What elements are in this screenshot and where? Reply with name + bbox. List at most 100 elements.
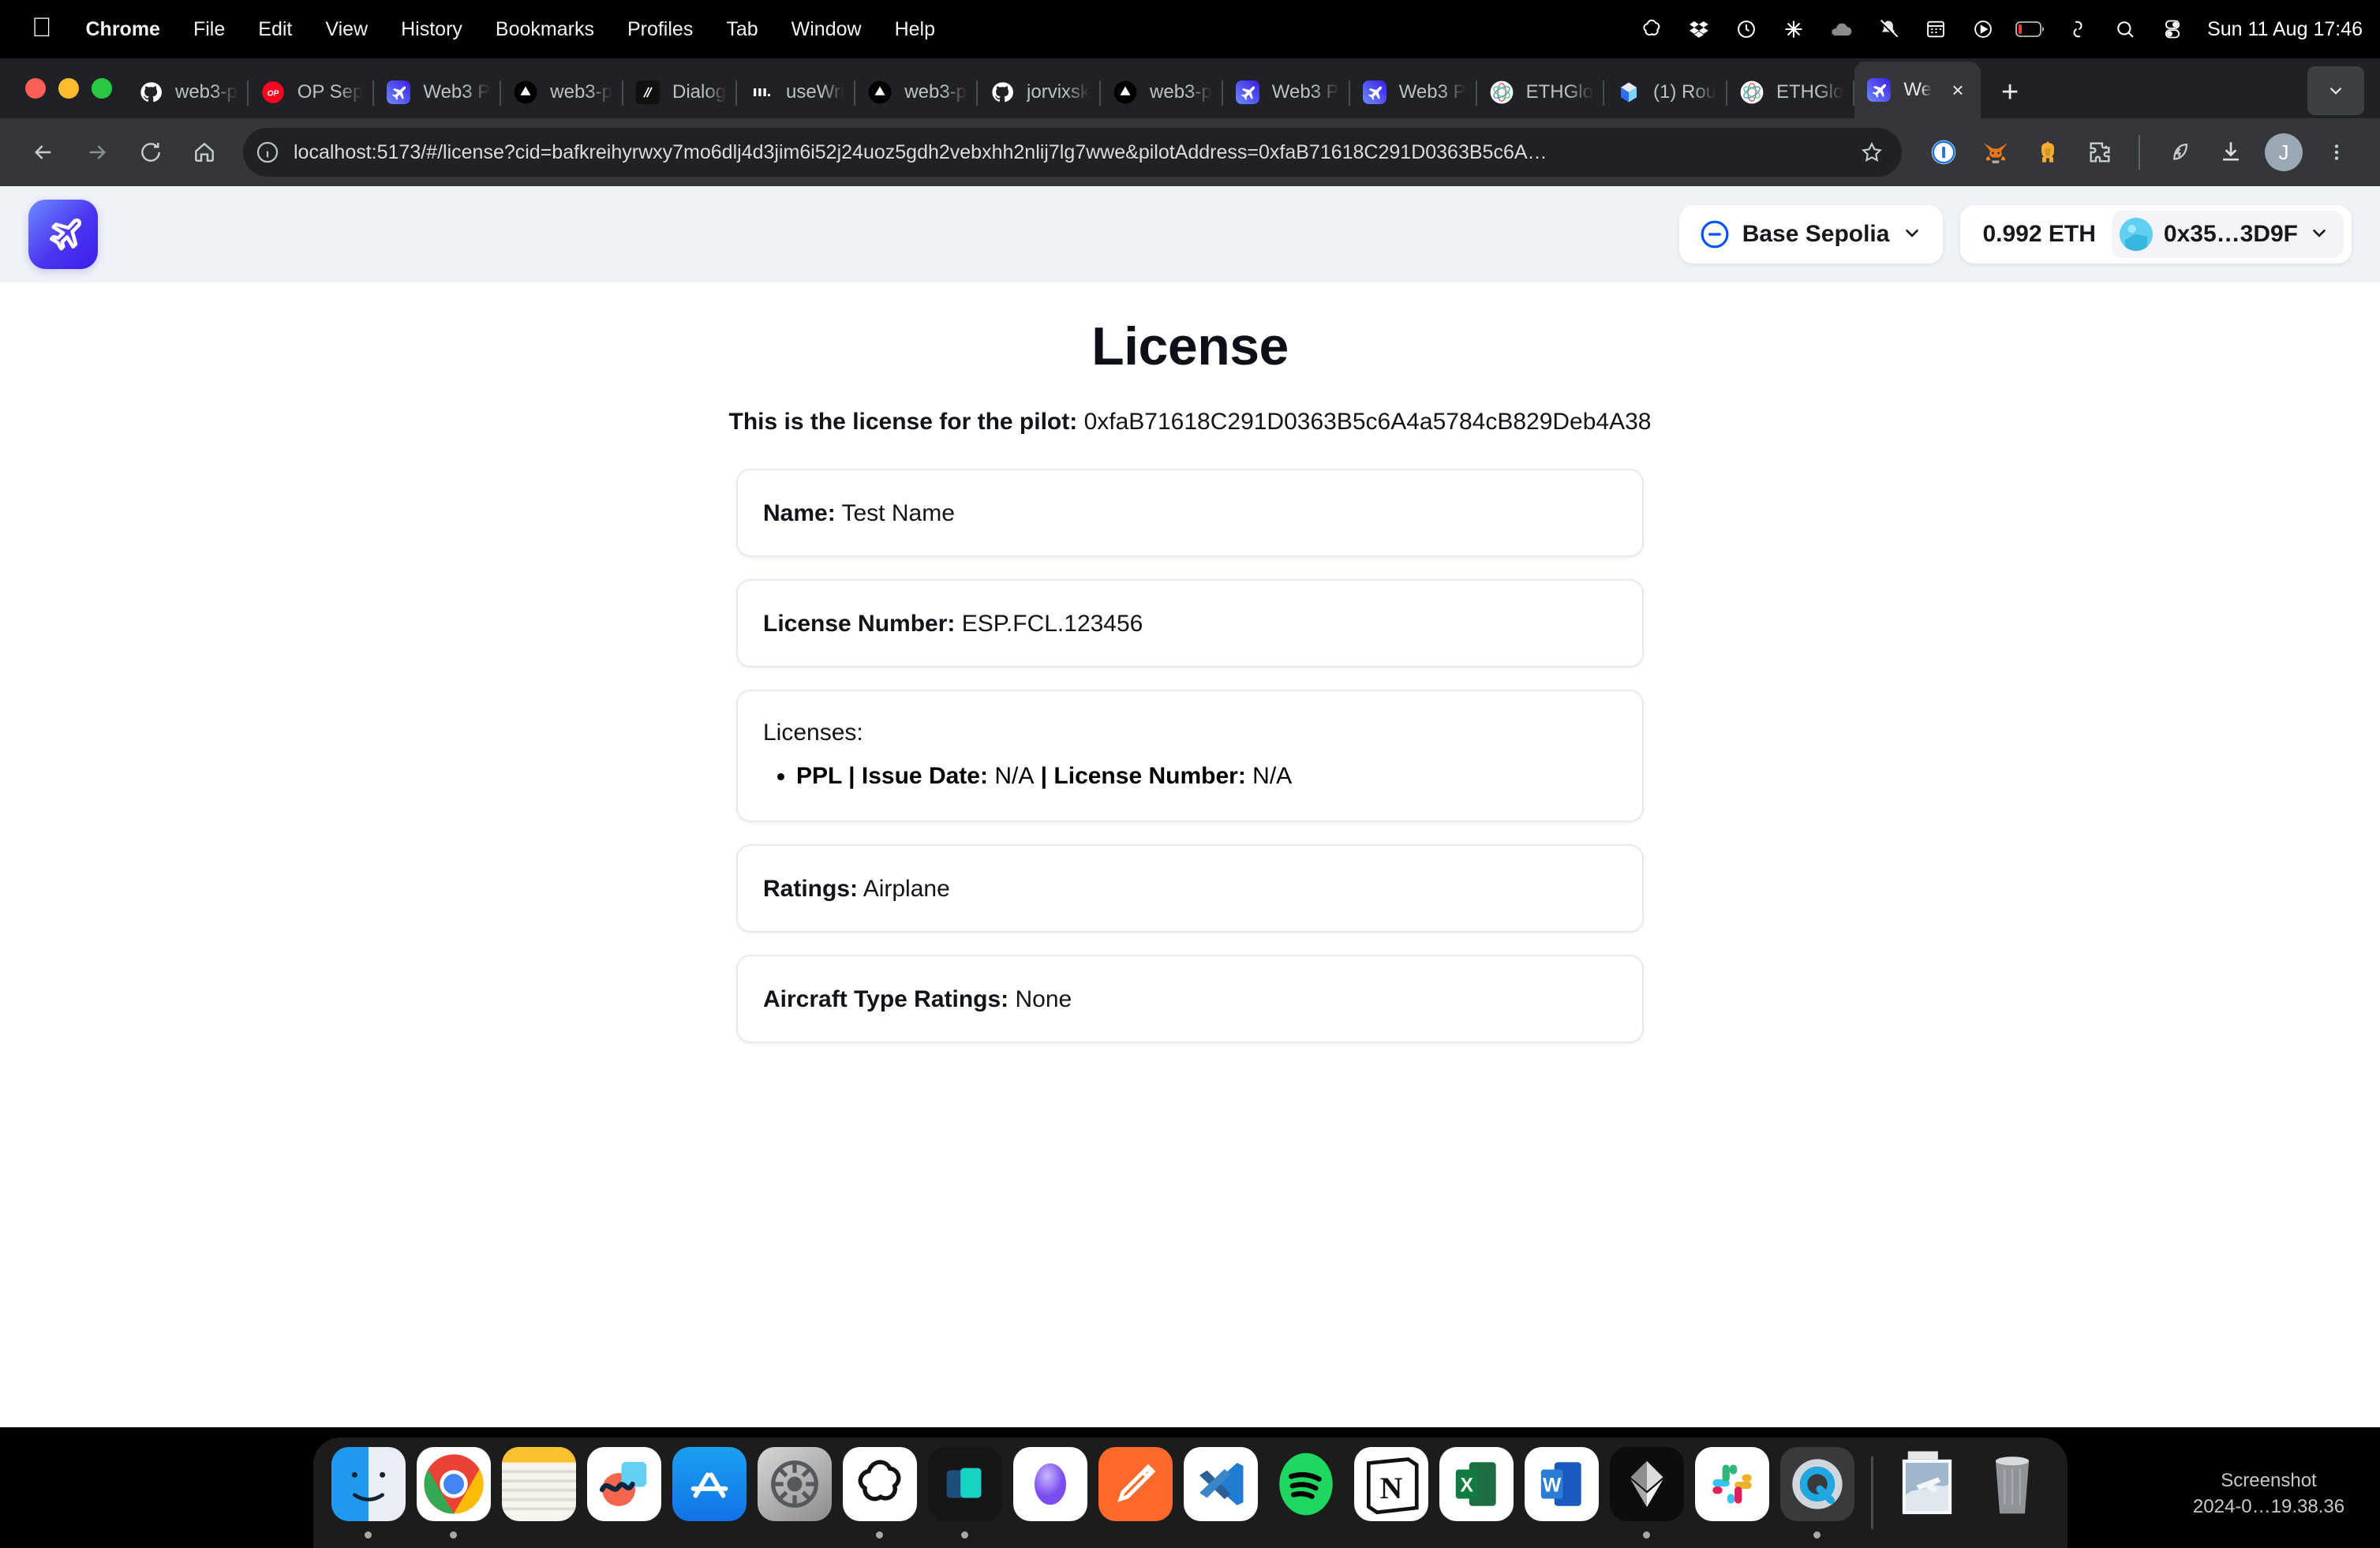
dock-item-freeform[interactable] — [582, 1438, 667, 1548]
new-tab-button[interactable]: + — [1981, 66, 2039, 118]
tab-6[interactable]: web3-p — [855, 66, 979, 118]
tab-9[interactable]: Web3 P — [1223, 66, 1350, 118]
airplane-logo-icon[interactable] — [28, 200, 98, 269]
calendar-icon[interactable] — [1912, 0, 1959, 58]
tab-5[interactable]: useWri — [737, 66, 856, 118]
dock-item-slack[interactable] — [1690, 1438, 1775, 1548]
address-bar-url[interactable]: localhost:5173/#/license?cid=bafkreihyrw… — [294, 141, 1847, 164]
dock-item-pen-editor[interactable] — [1093, 1438, 1178, 1548]
leaf-energy-icon[interactable] — [2154, 128, 2203, 177]
reload-icon[interactable] — [126, 128, 175, 177]
dock-item-trash[interactable] — [1970, 1438, 2055, 1548]
close-window-button[interactable] — [25, 78, 46, 99]
link-icon[interactable] — [2054, 0, 2101, 58]
wallet-avatar — [2119, 218, 2153, 251]
tab-14-active[interactable]: We × — [1854, 62, 1981, 118]
menu-item-tab[interactable]: Tab — [709, 18, 774, 41]
chrome-browser-window: web3-p OP OP Sep Web3 P web3-p Dialog us… — [0, 58, 2380, 1548]
apple-logo-icon[interactable]:  — [21, 14, 69, 44]
tab-title: We — [1903, 79, 1932, 100]
rabby-icon[interactable] — [2023, 128, 2072, 177]
profile-avatar[interactable]: J — [2265, 133, 2303, 171]
ethglobal-icon — [1738, 79, 1765, 106]
menu-item-file[interactable]: File — [177, 18, 241, 41]
cloud-icon[interactable] — [1817, 0, 1865, 58]
tab-0[interactable]: web3-p — [126, 66, 249, 118]
tab-3[interactable]: web3-p — [501, 66, 623, 118]
account-chip[interactable]: 0x35…3D9F — [2111, 211, 2344, 258]
dock-item-siri-orb[interactable] — [1008, 1438, 1093, 1548]
back-arrow-icon[interactable] — [19, 128, 68, 177]
battery-icon[interactable] — [2007, 0, 2054, 58]
tab-2[interactable]: Web3 P — [374, 66, 502, 118]
menu-item-history[interactable]: History — [384, 18, 479, 41]
control-center-icon[interactable] — [2149, 0, 2196, 58]
license-issue-date-value: N/A — [994, 763, 1035, 789]
openai-icon[interactable] — [1628, 0, 1675, 58]
search-icon[interactable] — [2101, 0, 2149, 58]
bell-muted-icon[interactable] — [1865, 0, 1912, 58]
dock-item-word[interactable]: W — [1519, 1438, 1604, 1548]
dock-item-blender-like[interactable] — [1604, 1438, 1690, 1548]
chrome-icon — [416, 1447, 491, 1521]
1password-icon[interactable] — [1919, 128, 1968, 177]
tab-close-button[interactable]: × — [1946, 78, 1970, 103]
dock-item-app-store[interactable] — [667, 1438, 752, 1548]
tab-13[interactable]: ETHGlo — [1727, 66, 1855, 118]
tab-8[interactable]: web3-p — [1101, 66, 1223, 118]
tab-7[interactable]: jorvixsk — [978, 66, 1102, 118]
maximize-window-button[interactable] — [92, 78, 112, 99]
dock-item-notes[interactable] — [496, 1438, 582, 1548]
kebab-menu-icon[interactable] — [2312, 128, 2361, 177]
menu-item-edit[interactable]: Edit — [241, 18, 309, 41]
airplane-app-icon — [1865, 77, 1892, 103]
dock-item-finder[interactable] — [326, 1438, 411, 1548]
menu-item-view[interactable]: View — [309, 18, 384, 41]
word-icon: W — [1524, 1447, 1599, 1521]
address-bar[interactable]: localhost:5173/#/license?cid=bafkreihyrw… — [243, 128, 1902, 177]
menu-item-bookmarks[interactable]: Bookmarks — [479, 18, 611, 41]
license-number-label: License Number: — [1053, 763, 1246, 789]
tab-11[interactable]: ETHGlo — [1477, 66, 1604, 118]
menu-item-chrome[interactable]: Chrome — [69, 18, 177, 41]
tab-1[interactable]: OP OP Sep — [249, 66, 375, 118]
account-button[interactable]: 0.992 ETH 0x35…3D9F — [1960, 205, 2352, 264]
dock-item-system-settings[interactable] — [752, 1438, 837, 1548]
dock-item-excel[interactable]: X — [1434, 1438, 1519, 1548]
app-header: Base Sepolia 0.992 ETH 0x35…3D9F — [0, 186, 2380, 282]
tab-search-button[interactable] — [2307, 66, 2364, 115]
dropbox-icon[interactable] — [1675, 0, 1723, 58]
dock-item-chatgpt[interactable] — [837, 1438, 922, 1548]
menu-item-profiles[interactable]: Profiles — [611, 18, 709, 41]
tab-4[interactable]: Dialog — [623, 66, 738, 118]
puzzle-extensions-icon[interactable] — [2075, 128, 2124, 177]
dock-item-numbers-like[interactable] — [922, 1438, 1008, 1548]
toolbar-extensions: J — [1919, 128, 2361, 177]
tab-12[interactable]: (1) Rou — [1604, 66, 1728, 118]
card-aircraft-type-ratings-label: Aircraft Type Ratings: — [763, 985, 1009, 1012]
menu-item-window[interactable]: Window — [775, 18, 878, 41]
tab-title: web3-p — [550, 81, 612, 103]
slack-icon — [1694, 1447, 1769, 1521]
dock-item-file-thumb[interactable] — [1884, 1438, 1970, 1548]
dock-item-quicktime[interactable] — [1775, 1438, 1860, 1548]
metamask-icon[interactable] — [1971, 128, 2020, 177]
dock-item-vs-code[interactable] — [1178, 1438, 1263, 1548]
star-icon[interactable] — [1859, 140, 1884, 165]
info-circle-icon[interactable] — [254, 139, 281, 166]
dock-item-chrome[interactable] — [411, 1438, 496, 1548]
download-icon[interactable] — [2206, 128, 2255, 177]
asterisk-icon[interactable] — [1770, 0, 1817, 58]
forward-arrow-icon[interactable] — [73, 128, 122, 177]
minimize-window-button[interactable] — [58, 78, 79, 99]
card-name-value: Test Name — [841, 499, 955, 526]
home-icon[interactable] — [180, 128, 229, 177]
play-circle-icon[interactable] — [1959, 0, 2007, 58]
menu-item-help[interactable]: Help — [878, 18, 952, 41]
menu-bar-clock[interactable]: Sun 11 Aug 17:46 — [2207, 18, 2363, 41]
network-selector-button[interactable]: Base Sepolia — [1678, 205, 1944, 264]
clockwise-icon[interactable] — [1723, 0, 1770, 58]
tab-10[interactable]: Web3 P — [1350, 66, 1477, 118]
dock-item-notion[interactable]: N — [1349, 1438, 1434, 1548]
dock-item-spotify[interactable] — [1263, 1438, 1349, 1548]
